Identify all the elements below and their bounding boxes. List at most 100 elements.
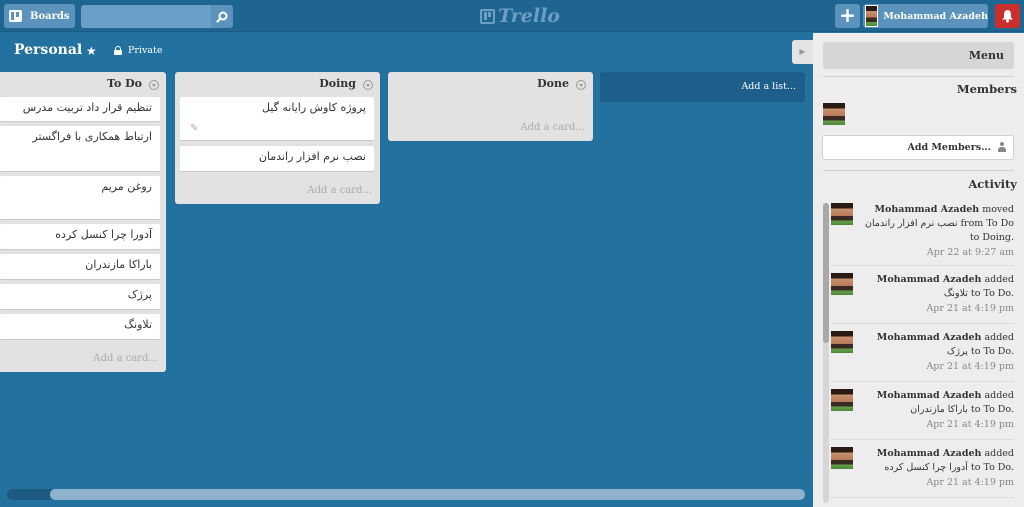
avatar[interactable] xyxy=(831,389,853,411)
card-title: نصب نرم افزار راندمان xyxy=(258,150,366,163)
card[interactable]: پرژک xyxy=(0,284,160,310)
activity-time[interactable]: Apr 21 at 4:19 pm xyxy=(926,303,1014,314)
bell-icon xyxy=(1002,10,1013,23)
activity-user[interactable]: Mohammad Azadeh xyxy=(877,390,982,401)
sidebar: Menu Members Add Members... Activity Moh… xyxy=(813,33,1024,507)
card-title: آدورا چرا کنسل کرده xyxy=(55,228,152,241)
activity-text: Mohammad Azadeh added باراکا مازندران to… xyxy=(864,389,1014,417)
search-button[interactable] xyxy=(211,5,233,28)
list-header[interactable]: Doing xyxy=(175,72,380,96)
add-card-link[interactable]: Add a card... xyxy=(520,122,585,133)
activity-item: Mohammad Azadeh added آدورا چرا کنسل کرد… xyxy=(831,447,1014,503)
avatar[interactable] xyxy=(831,447,853,469)
pencil-icon[interactable]: ✎ xyxy=(190,123,198,134)
add-members-label: Add Members... xyxy=(907,142,991,153)
card[interactable]: روغن مریم xyxy=(0,176,160,220)
user-name: Mohammad Azadeh xyxy=(883,10,988,22)
divider xyxy=(823,76,1014,77)
list-todo: To Do تنظیم قرار داد تربیت مدرس ارتباط ه… xyxy=(0,72,166,372)
list-doing: Doing پروژه کاوش رایانه گیل ✎ نصب نرم اف… xyxy=(175,72,380,204)
avatar[interactable] xyxy=(831,331,853,353)
divider xyxy=(831,323,1014,324)
plus-icon: + xyxy=(839,3,856,27)
card[interactable]: پروژه کاوش رایانه گیل ✎ xyxy=(180,97,374,141)
card-title: تنظیم قرار داد تربیت مدرس xyxy=(22,101,152,114)
boards-label: Boards xyxy=(30,10,70,22)
list-done: Done Add a card... xyxy=(388,72,593,141)
divider xyxy=(831,265,1014,266)
avatar xyxy=(865,5,879,27)
search-icon xyxy=(216,11,228,23)
activity-user[interactable]: Mohammad Azadeh xyxy=(877,274,982,285)
person-icon xyxy=(998,142,1006,152)
list-title: Done xyxy=(537,77,569,90)
divider xyxy=(831,439,1014,440)
activity-user[interactable]: Mohammad Azadeh xyxy=(877,448,982,459)
card-title: پروژه کاوش رایانه گیل xyxy=(262,101,366,114)
add-card-link[interactable]: Add a card... xyxy=(93,353,158,364)
horizontal-scrollbar-thumb[interactable] xyxy=(50,489,805,500)
trello-logo-icon xyxy=(480,8,495,24)
divider xyxy=(831,497,1014,498)
card-title: روغن مریم xyxy=(101,180,152,193)
boards-button[interactable]: Boards xyxy=(4,4,75,28)
divider xyxy=(823,170,1014,171)
card-title: ارتباط همکاری با فراگستر xyxy=(32,130,152,143)
search-input[interactable] xyxy=(81,5,211,28)
avatar[interactable] xyxy=(831,273,853,295)
boards-icon xyxy=(9,10,22,22)
visibility-toggle[interactable]: Private xyxy=(114,45,162,56)
menu-button[interactable]: Menu xyxy=(823,42,1014,69)
activity-item: Mohammad Azadeh added تلاونگ to To Do. A… xyxy=(831,273,1014,329)
board-title[interactable]: Personal xyxy=(14,42,82,58)
trello-logo[interactable]: Trello xyxy=(480,5,560,27)
card[interactable]: آدورا چرا کنسل کرده xyxy=(0,224,160,250)
lock-icon xyxy=(114,46,122,55)
add-card-link[interactable]: Add a card... xyxy=(307,185,372,196)
card[interactable]: تنظیم قرار داد تربیت مدرس xyxy=(0,97,160,122)
triangle-right-icon: ▶ xyxy=(799,47,806,56)
list-header[interactable]: Done xyxy=(388,72,593,96)
activity-title: Activity xyxy=(968,177,1017,191)
activity-time[interactable]: Apr 21 at 4:19 pm xyxy=(926,477,1014,488)
activity-time[interactable]: Apr 21 at 4:19 pm xyxy=(926,361,1014,372)
card[interactable]: ارتباط همکاری با فراگستر xyxy=(0,126,160,172)
list-title: Doing xyxy=(319,77,356,90)
activity-item: Mohammad Azadeh moved نصب نرم افزار راند… xyxy=(831,203,1014,259)
add-list-button[interactable]: Add a list... xyxy=(600,72,805,102)
star-icon[interactable]: ★ xyxy=(86,44,97,58)
divider xyxy=(831,381,1014,382)
card[interactable]: نصب نرم افزار راندمان xyxy=(180,146,374,172)
sidebar-toggle-button[interactable]: ▶ xyxy=(792,40,813,64)
card[interactable]: تلاونگ xyxy=(0,314,160,340)
activity-text: Mohammad Azadeh moved نصب نرم افزار راند… xyxy=(864,203,1014,245)
activity-item: Mohammad Azadeh added پرژک to To Do. Apr… xyxy=(831,331,1014,387)
activity-scrollbar-thumb[interactable] xyxy=(823,203,829,343)
card[interactable]: باراکا مازندران xyxy=(0,254,160,280)
visibility-label: Private xyxy=(128,45,163,56)
members-title: Members xyxy=(956,82,1017,96)
add-button[interactable]: + xyxy=(835,4,860,28)
list-header[interactable]: To Do xyxy=(0,72,166,96)
avatar[interactable] xyxy=(831,203,853,225)
activity-user[interactable]: Mohammad Azadeh xyxy=(877,332,982,343)
user-menu-button[interactable]: Mohammad Azadeh xyxy=(863,4,988,28)
top-header: Boards Trello + Mohammad Azadeh xyxy=(0,0,1024,32)
member-avatar[interactable] xyxy=(823,103,845,125)
activity-text: Mohammad Azadeh added پرژک to To Do. xyxy=(864,331,1014,359)
activity-text: Mohammad Azadeh added آدورا چرا کنسل کرد… xyxy=(864,447,1014,475)
list-menu-icon[interactable] xyxy=(363,80,373,90)
card-title: پرژک xyxy=(127,288,152,301)
list-menu-icon[interactable] xyxy=(149,80,159,90)
activity-user[interactable]: Mohammad Azadeh xyxy=(875,204,980,215)
list-title: To Do xyxy=(107,77,142,90)
logo-text: Trello xyxy=(498,5,560,27)
add-members-button[interactable]: Add Members... xyxy=(822,135,1014,160)
card-title: تلاونگ xyxy=(124,318,152,331)
notifications-button[interactable] xyxy=(995,4,1020,28)
activity-time[interactable]: Apr 22 at 9:27 am xyxy=(927,247,1014,258)
activity-time[interactable]: Apr 21 at 4:19 pm xyxy=(926,419,1014,430)
list-menu-icon[interactable] xyxy=(576,80,586,90)
card-title: باراکا مازندران xyxy=(85,258,152,271)
activity-text: Mohammad Azadeh added تلاونگ to To Do. xyxy=(864,273,1014,301)
